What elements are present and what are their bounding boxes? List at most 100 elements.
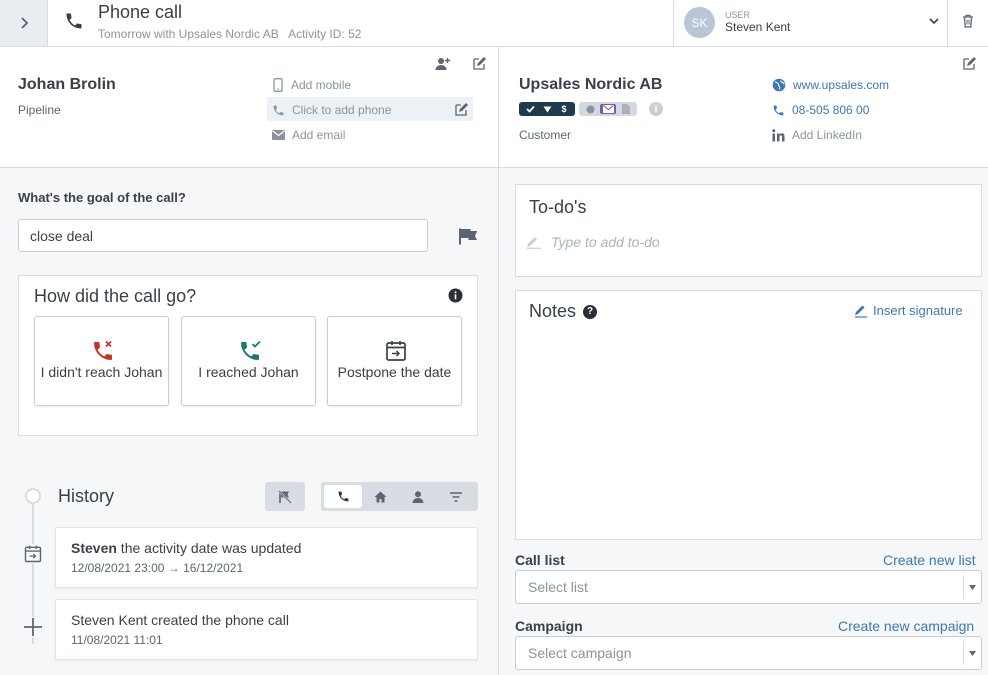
add-email-link[interactable]: Add email bbox=[272, 128, 345, 142]
phone-icon bbox=[773, 105, 784, 115]
insert-signature-button[interactable]: Insert signature bbox=[854, 303, 963, 318]
info-icon[interactable]: i bbox=[649, 102, 663, 116]
hide-flag-button[interactable] bbox=[265, 482, 305, 511]
help-icon[interactable]: ? bbox=[583, 304, 598, 319]
check-icon bbox=[522, 104, 538, 114]
company-phone-link[interactable]: 08-505 806 00 bbox=[772, 103, 869, 117]
expand-sidebar-button[interactable] bbox=[0, 0, 48, 46]
timeline-dot bbox=[25, 488, 41, 504]
create-new-list-link[interactable]: Create new list bbox=[883, 552, 976, 568]
channel-badge-group bbox=[579, 102, 637, 116]
pencil-icon bbox=[527, 237, 541, 249]
home-icon bbox=[374, 491, 386, 502]
trash-icon[interactable] bbox=[962, 14, 974, 28]
todo-title: To-do's bbox=[529, 197, 587, 217]
add-email-label: Add email bbox=[292, 128, 346, 142]
flag-off-icon bbox=[278, 489, 292, 504]
edit-phone-icon[interactable] bbox=[454, 103, 468, 117]
call-list-select[interactable]: Select list bbox=[515, 570, 982, 604]
edit-contact-icon[interactable] bbox=[472, 57, 486, 71]
company-website-link[interactable]: www.upsales.com bbox=[772, 78, 889, 92]
filter-phone-button[interactable] bbox=[324, 485, 362, 508]
reached-label: I reached Johan bbox=[198, 364, 299, 380]
history-item-actor: Steven bbox=[71, 540, 117, 556]
history-item-date: 11/08/2021 11:01 bbox=[71, 633, 163, 647]
todo-card: To-do's Type to add to-do bbox=[515, 184, 982, 277]
company-phone: 08-505 806 00 bbox=[792, 103, 870, 117]
add-mobile-label: Add mobile bbox=[291, 78, 352, 92]
pencil-icon bbox=[855, 305, 867, 318]
history-item-text: Steven the activity date was updated bbox=[71, 540, 301, 556]
globe-icon bbox=[582, 104, 598, 114]
flag-icon[interactable] bbox=[459, 228, 478, 245]
user-selector[interactable]: SK USER Steven Kent bbox=[673, 0, 948, 46]
add-phone-link[interactable]: Click to add phone bbox=[272, 103, 391, 117]
filter-company-button[interactable] bbox=[361, 485, 399, 508]
edit-company-icon[interactable] bbox=[962, 57, 976, 71]
postpone-label: Postpone the date bbox=[337, 364, 452, 380]
chevron-right-icon bbox=[20, 17, 28, 29]
dollar-icon: $ bbox=[561, 104, 567, 114]
globe-icon bbox=[772, 78, 786, 92]
create-new-campaign-link[interactable]: Create new campaign bbox=[838, 618, 974, 634]
didnt-reach-button[interactable]: I didn't reach Johan bbox=[34, 316, 169, 406]
user-icon bbox=[412, 490, 424, 503]
notes-card[interactable]: Notes ? Insert signature bbox=[515, 290, 982, 540]
add-contact-icon[interactable] bbox=[435, 57, 451, 71]
triangle-down-icon bbox=[539, 104, 555, 114]
add-mobile-link[interactable]: Add mobile bbox=[272, 78, 351, 92]
goal-input[interactable] bbox=[18, 219, 428, 252]
company-subtitle: Customer bbox=[519, 128, 572, 142]
phone-icon bbox=[338, 491, 348, 502]
filter-contact-button[interactable] bbox=[399, 485, 437, 508]
notes-title: Notes bbox=[529, 301, 577, 321]
phone-icon bbox=[273, 105, 284, 115]
campaign-select[interactable]: Select campaign bbox=[515, 636, 982, 670]
plus-icon bbox=[23, 617, 43, 637]
history-item[interactable]: Steven Kent created the phone call 11/08… bbox=[55, 599, 478, 660]
todo-placeholder: Type to add to-do bbox=[551, 234, 660, 250]
postpone-button[interactable]: Postpone the date bbox=[327, 316, 462, 406]
call-outcome-title: How did the call go? bbox=[34, 286, 197, 306]
add-linkedin-label: Add LinkedIn bbox=[792, 128, 863, 142]
page-title: Phone call bbox=[98, 2, 183, 22]
history-filters bbox=[321, 482, 478, 511]
history-item-desc: Steven Kent created the phone call bbox=[71, 612, 289, 628]
mail-icon bbox=[600, 104, 616, 114]
call-list-label: Call list bbox=[515, 552, 565, 568]
call-list-placeholder: Select list bbox=[528, 579, 588, 595]
company-badges: $ i bbox=[519, 102, 663, 116]
page-subtitle: Tomorrow with Upsales Nordic AB Activity… bbox=[98, 27, 362, 41]
caret-down-icon bbox=[963, 575, 981, 599]
email-icon bbox=[272, 130, 285, 140]
reached-button[interactable]: I reached Johan bbox=[181, 316, 316, 406]
linkedin-icon bbox=[772, 128, 785, 141]
document-icon bbox=[618, 104, 634, 114]
user-name: Steven Kent bbox=[725, 20, 791, 34]
company-name[interactable]: Upsales Nordic AB bbox=[519, 76, 662, 94]
user-label: USER bbox=[725, 10, 751, 20]
history-item-date: 12/08/2021 23:00 → 16/12/2021 bbox=[71, 561, 244, 575]
info-icon[interactable] bbox=[448, 288, 463, 303]
history-item-desc: the activity date was updated bbox=[116, 540, 302, 556]
status-badge-group: $ bbox=[519, 102, 575, 116]
notes-header: Notes ? bbox=[529, 301, 598, 322]
campaign-label: Campaign bbox=[515, 618, 583, 634]
campaign-placeholder: Select campaign bbox=[528, 645, 632, 661]
contact-subtitle: Pipeline bbox=[18, 103, 61, 117]
add-phone-label: Click to add phone bbox=[292, 103, 392, 117]
insert-signature-label: Insert signature bbox=[873, 303, 963, 318]
chevron-down-icon bbox=[929, 17, 939, 25]
avatar: SK bbox=[684, 7, 715, 38]
didnt-reach-label: I didn't reach Johan bbox=[40, 364, 163, 380]
history-item[interactable]: Steven the activity date was updated 12/… bbox=[55, 527, 478, 588]
goal-label: What's the goal of the call? bbox=[18, 190, 186, 205]
add-linkedin-link[interactable]: Add LinkedIn bbox=[772, 128, 862, 142]
contact-company-row: Johan Brolin Pipeline Add mobile Click t… bbox=[0, 47, 988, 168]
phone-icon bbox=[64, 11, 84, 31]
caret-down-icon bbox=[963, 641, 981, 665]
filter-more-button[interactable] bbox=[437, 485, 475, 508]
todo-input[interactable]: Type to add to-do bbox=[526, 234, 660, 250]
history-title: History bbox=[58, 486, 115, 506]
contact-name[interactable]: Johan Brolin bbox=[18, 76, 116, 94]
